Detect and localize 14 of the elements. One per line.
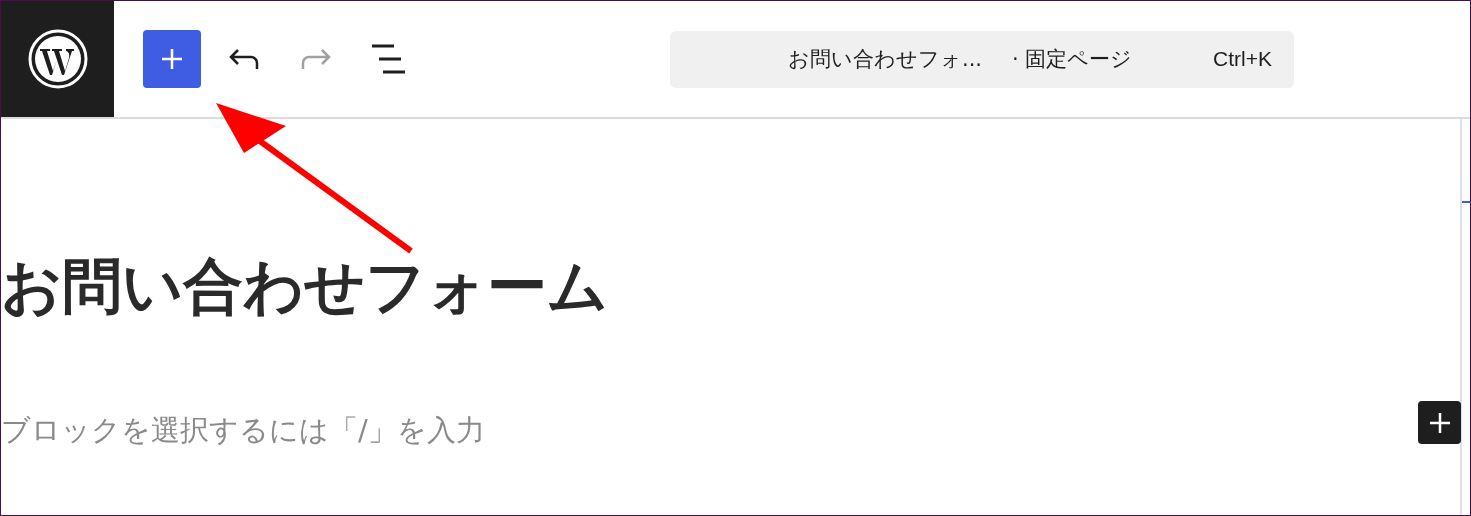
inserter-button[interactable]: [143, 30, 201, 88]
add-block-button[interactable]: [1418, 401, 1461, 444]
list-view-icon: [371, 44, 405, 74]
page-heading[interactable]: お問い合わせフォーム: [1, 247, 608, 328]
plus-icon: [161, 48, 183, 70]
plus-icon: [1428, 411, 1451, 434]
wordpress-icon: [27, 29, 88, 89]
page-title: お問い合わせフォ...: [788, 46, 983, 73]
wordpress-logo[interactable]: [1, 1, 114, 117]
shortcut: Ctrl+K: [1213, 47, 1272, 71]
command-bar[interactable]: お問い合わせフォ... · 固定ページ Ctrl+K: [670, 30, 1294, 88]
page-type: · 固定ページ: [1012, 46, 1133, 73]
undo-icon: [228, 48, 260, 70]
redo-icon: [300, 48, 332, 70]
